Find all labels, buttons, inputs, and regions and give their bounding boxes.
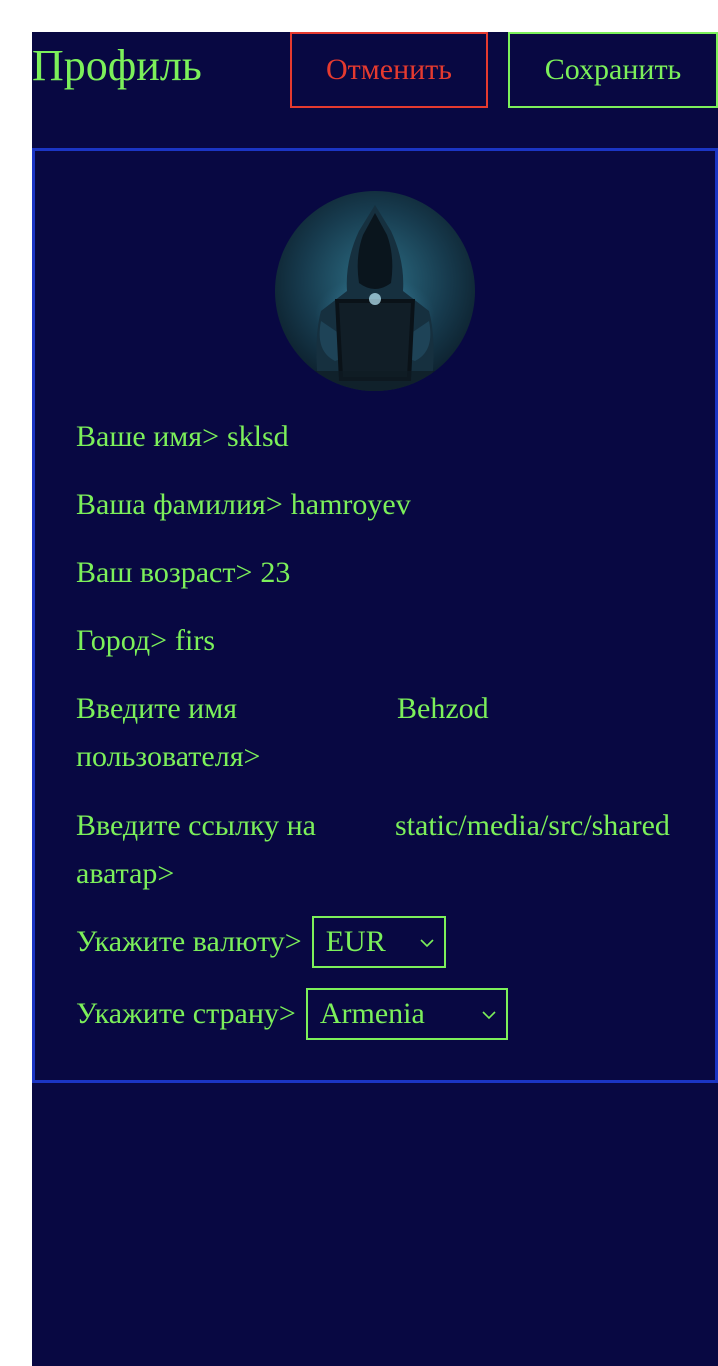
- city-label: Город>: [76, 624, 168, 657]
- city-row: Город> firs: [76, 617, 215, 665]
- last-name-row: Ваша фамилия> hamroyev: [76, 481, 411, 529]
- last-name-label: Ваша фамилия>: [76, 488, 283, 521]
- age-value[interactable]: 23: [260, 556, 290, 589]
- age-row: Ваш возраст> 23: [76, 549, 290, 597]
- profile-page: Профиль Отменить Сохранить Ваше имя> skl…: [32, 32, 718, 1366]
- last-name-value[interactable]: hamroyev: [291, 488, 411, 521]
- profile-card: Ваше имя> sklsd Ваша фамилия> hamroyev Ваш…: [32, 148, 718, 1083]
- country-row: Укажите страну> Armenia: [76, 988, 508, 1040]
- country-label: Укажите страну>: [76, 997, 296, 1030]
- country-select[interactable]: Armenia: [305, 988, 508, 1040]
- save-button[interactable]: Сохранить: [508, 32, 718, 108]
- age-label: Ваш возраст>: [76, 556, 253, 589]
- username-input[interactable]: Behzod: [397, 685, 637, 733]
- page-title: Профиль: [32, 41, 202, 90]
- hacker-avatar-icon: [275, 191, 475, 391]
- username-label: Введите имя пользователя>: [76, 692, 261, 773]
- cancel-button[interactable]: Отменить: [290, 32, 488, 108]
- currency-select[interactable]: EUR: [311, 916, 446, 968]
- city-value[interactable]: firs: [175, 624, 215, 657]
- first-name-value[interactable]: sklsd: [227, 420, 289, 453]
- avatar-link-input[interactable]: static/media/src/shared: [395, 802, 673, 850]
- chevron-down-icon: [420, 939, 434, 948]
- avatar: [275, 191, 475, 391]
- first-name-label: Ваше имя>: [76, 420, 219, 453]
- first-name-row: Ваше имя> sklsd: [76, 413, 289, 461]
- country-selected-value: Armenia: [319, 997, 425, 1030]
- avatar-link-label: Введите ссылку на аватар>: [76, 809, 316, 890]
- currency-label: Укажите валюту>: [76, 925, 302, 958]
- currency-selected-value: EUR: [325, 925, 386, 958]
- chevron-down-icon: [482, 1011, 496, 1020]
- currency-row: Укажите валюту> EUR: [76, 916, 446, 968]
